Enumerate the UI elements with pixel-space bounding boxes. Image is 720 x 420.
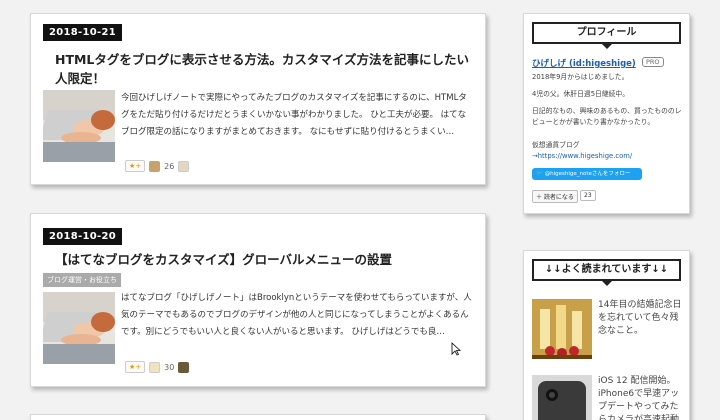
star-count: 30 — [164, 362, 175, 372]
post-card: 2018-10-20 【はてなブログをカスタマイズ】グローバルメニューの設置 ブ… — [30, 213, 486, 387]
star-count: 26 — [164, 161, 175, 171]
star-user-avatar[interactable] — [178, 160, 190, 172]
category-tag[interactable]: ブログ運営・お役立ち — [43, 273, 121, 287]
popular-heading: ↓↓よく読まれています↓↓ — [532, 259, 681, 286]
mouse-cursor-icon — [451, 342, 461, 356]
post-card: 2018-10-21 HTMLタグをブログに表示させる方法。カスタマイズ方法を記… — [30, 13, 486, 185]
popular-posts-module: ↓↓よく読まれています↓↓ 14年目の結婚記念日を忘れていて色々残念なこと。 i… — [523, 250, 690, 420]
popular-post-item[interactable]: iOS 12 配信開始。iPhone6で早速アップデートやってみたらカメラが高速… — [532, 375, 684, 420]
post-excerpt: はてなブログ「ひげしげノート」はBrooklynというテーマを使わせてもらってい… — [121, 293, 472, 337]
post-date: 2018-10-20 — [43, 228, 122, 245]
popular-post-title[interactable]: 14年目の結婚記念日を忘れていて色々残念なこと。 — [598, 299, 684, 338]
post-thumbnail[interactable] — [43, 292, 115, 364]
popular-post-thumbnail[interactable] — [532, 375, 592, 420]
post-thumbnail[interactable] — [43, 90, 115, 162]
profile-module: プロフィール ひげしげ (id:higeshige) PRO 2018年9月から… — [523, 13, 690, 214]
post-title-link[interactable]: HTMLタグをブログに表示させる方法。カスタマイズ方法を記事にしたい人限定！ — [55, 50, 475, 88]
post-excerpt: 今回ひげしげノートで実際にやってみたブログのカスタマイズを記事にするのに、HTM… — [121, 93, 467, 137]
profile-text: 日記的なもの、興味のあるもの、買ったもののレビューとかが書いたり書かなかったり。 — [532, 107, 682, 126]
popular-post-item[interactable]: 14年目の結婚記念日を忘れていて色々残念なこと。 — [532, 299, 684, 359]
post-star-bar: ★+ 26 — [125, 160, 190, 172]
profile-heading: プロフィール — [532, 22, 681, 49]
twitter-follow-label: @higeshige_noteさんをフォロー — [544, 171, 631, 177]
add-star-button[interactable]: ★+ — [125, 160, 146, 172]
post-title-link[interactable]: 【はてなブログをカスタマイズ】グローバルメニューの設置 — [55, 250, 475, 269]
post-card — [30, 414, 486, 420]
twitter-follow-button[interactable]: 🐦 @higeshige_noteさんをフォロー — [532, 168, 642, 180]
add-star-button[interactable]: ★+ — [125, 361, 146, 373]
star-user-avatar[interactable] — [178, 361, 190, 373]
post-star-bar: ★+ 30 — [125, 361, 190, 373]
profile-text: 4児の父。休肝日週5日継続中。 — [532, 90, 630, 98]
profile-text: 2018年9月からはじめました。 — [532, 73, 629, 81]
profile-text: 仮想通貨ブログ — [532, 141, 580, 149]
popular-post-thumbnail[interactable] — [532, 299, 592, 359]
popular-post-title[interactable]: iOS 12 配信開始。iPhone6で早速アップデートやってみたらカメラが高速… — [598, 375, 684, 420]
star-user-avatar[interactable] — [149, 361, 161, 373]
post-date: 2018-10-21 — [43, 24, 122, 41]
twitter-icon: 🐦 — [536, 171, 545, 177]
profile-site-link[interactable]: →https://www.higeshige.com/ — [532, 151, 684, 162]
pro-badge: PRO — [642, 57, 664, 67]
profile-name-link[interactable]: ひげしげ (id:higeshige) — [532, 57, 636, 69]
subscriber-count: 23 — [580, 190, 596, 201]
subscribe-button[interactable]: ＋ 読者になる — [532, 190, 578, 203]
star-user-avatar[interactable] — [149, 160, 161, 172]
